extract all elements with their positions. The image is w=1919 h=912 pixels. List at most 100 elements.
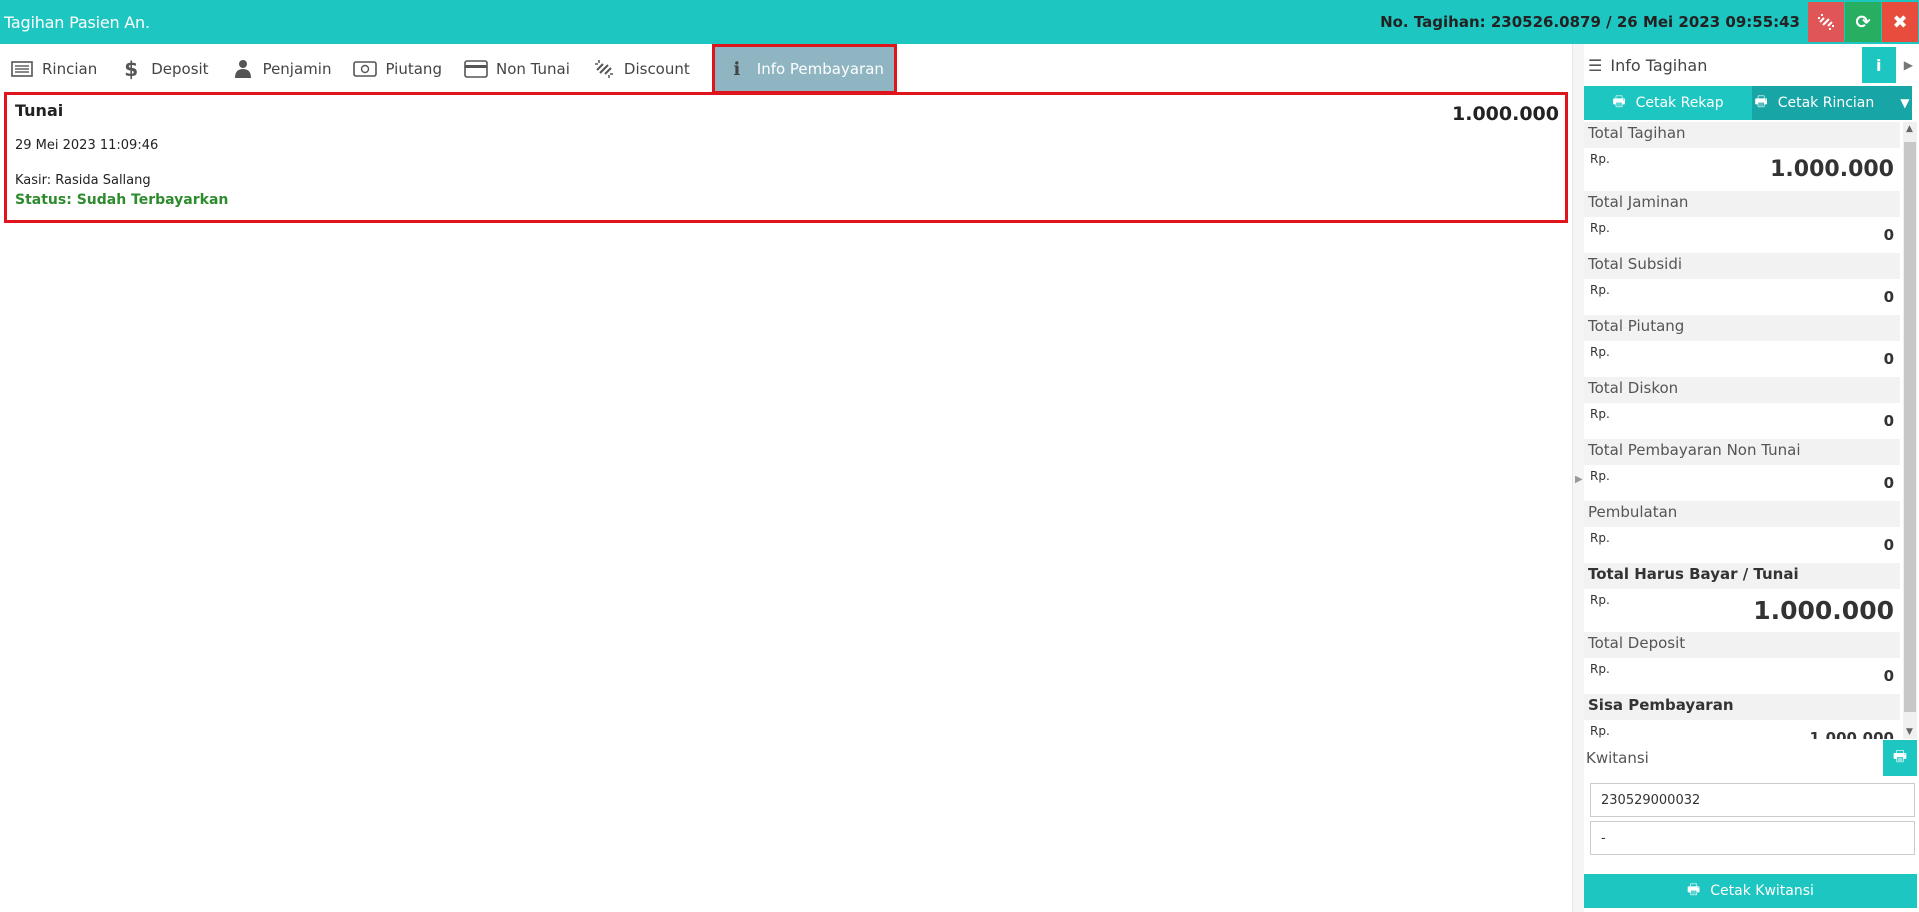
total-item: Total Pembayaran Non Tunai Rp. 0 <box>1584 439 1900 501</box>
scrollbar-thumb[interactable] <box>1904 142 1916 712</box>
tab-deposit[interactable]: $ Deposit <box>119 47 220 91</box>
chevron-down-icon[interactable]: ▼ <box>1900 96 1909 110</box>
total-value-row: Rp. 0 <box>1584 658 1900 694</box>
tab-rincian[interactable]: Rincian <box>10 47 109 91</box>
total-value-row: Rp. 0 <box>1584 217 1900 253</box>
total-value: 1.000.000 <box>1809 729 1894 739</box>
currency-label: Rp. <box>1590 221 1610 235</box>
cetak-rekap-button[interactable]: 🖶 Cetak Rekap <box>1584 86 1752 120</box>
cetak-kwitansi-label: Cetak Kwitansi <box>1710 883 1814 899</box>
cetak-kwitansi-button[interactable]: 🖶 Cetak Kwitansi <box>1584 874 1917 908</box>
total-item: Pembulatan Rp. 0 <box>1584 501 1900 563</box>
window-title: Tagihan Pasien An. <box>4 12 150 32</box>
tab-label: Deposit <box>151 60 209 78</box>
currency-label: Rp. <box>1590 469 1610 483</box>
panel-title: Info Tagihan <box>1610 55 1708 75</box>
currency-label: Rp. <box>1590 724 1610 738</box>
currency-label: Rp. <box>1590 531 1610 545</box>
panel-splitter[interactable]: ▶ <box>1572 44 1584 912</box>
unlink-icon <box>1818 14 1834 30</box>
discount-icon <box>592 58 616 80</box>
currency-label: Rp. <box>1590 152 1610 166</box>
payment-amount: 1.000.000 <box>1452 103 1559 125</box>
payment-card: Tunai 1.000.000 29 Mei 2023 11:09:46 Kas… <box>4 92 1568 223</box>
tab-discount[interactable]: Discount <box>592 47 702 91</box>
total-label: Total Piutang <box>1584 315 1900 341</box>
total-value-row: Rp. 0 <box>1584 527 1900 563</box>
total-label: Sisa Pembayaran <box>1584 694 1900 720</box>
info-button[interactable]: i <box>1861 47 1896 83</box>
tab-piutang[interactable]: Piutang <box>353 47 454 91</box>
info-icon: i <box>1876 55 1882 75</box>
currency-label: Rp. <box>1590 283 1610 297</box>
cetak-rincian-label: Cetak Rincian <box>1777 95 1875 111</box>
bill-info: No. Tagihan: 230526.0879 / 26 Mei 2023 0… <box>1380 13 1800 31</box>
total-value: 0 <box>1883 412 1894 430</box>
total-value: 0 <box>1883 350 1894 368</box>
collapse-right-icon[interactable]: ▶ <box>1904 58 1913 72</box>
payment-status: Status: Sudah Terbayarkan <box>15 192 229 208</box>
totals-list[interactable]: Total Tagihan Rp. 1.000.000 Total Jamina… <box>1584 122 1919 739</box>
total-value: 0 <box>1883 288 1894 306</box>
total-label: Total Subsidi <box>1584 253 1900 279</box>
kwitansi-label: Kwitansi <box>1586 749 1649 767</box>
dollar-icon: $ <box>124 57 139 81</box>
total-label: Total Harus Bayar / Tunai <box>1584 563 1900 589</box>
close-button[interactable]: ✖ <box>1882 2 1918 42</box>
tab-label: Piutang <box>385 60 442 78</box>
unlink-button[interactable] <box>1808 2 1844 42</box>
tab-bar: Rincian $ Deposit Penjamin Piutang Non T… <box>0 44 1570 94</box>
money-icon <box>353 58 378 80</box>
total-value: 1.000.000 <box>1753 596 1894 625</box>
total-item: Total Jaminan Rp. 0 <box>1584 191 1900 253</box>
total-item: Total Deposit Rp. 0 <box>1584 632 1900 694</box>
total-value-row: Rp. 0 <box>1584 279 1900 315</box>
tab-info-pembayaran[interactable]: ℹ Info Pembayaran <box>711 44 897 94</box>
print-row: 🖶 Cetak Rekap 🖶 Cetak Rincian ▼ <box>1584 86 1919 120</box>
total-value-row: Rp. 0 <box>1584 341 1900 377</box>
cetak-rekap-label: Cetak Rekap <box>1635 95 1724 111</box>
total-label: Total Pembayaran Non Tunai <box>1584 439 1900 465</box>
total-value: 0 <box>1883 226 1894 244</box>
tab-label: Discount <box>623 60 690 78</box>
tab-non-tunai[interactable]: Non Tunai <box>464 47 582 91</box>
kwitansi-number-input[interactable] <box>1590 783 1915 817</box>
scroll-down-icon[interactable]: ▼ <box>1906 727 1913 737</box>
title-bar: Tagihan Pasien An. No. Tagihan: 230526.0… <box>0 0 1919 44</box>
total-value-row: Rp. 1.000.000 <box>1584 589 1900 632</box>
total-value: 0 <box>1883 536 1894 554</box>
total-label: Total Tagihan <box>1584 122 1900 148</box>
total-item: Total Piutang Rp. 0 <box>1584 315 1900 377</box>
list-icon: ☰ <box>1588 55 1603 75</box>
refresh-button[interactable]: ⟳ <box>1845 2 1881 42</box>
total-item: Total Tagihan Rp. 1.000.000 <box>1584 122 1900 191</box>
currency-label: Rp. <box>1590 662 1610 676</box>
currency-label: Rp. <box>1590 593 1610 607</box>
total-value-row: Rp. 0 <box>1584 465 1900 501</box>
scroll-up-icon[interactable]: ▲ <box>1906 124 1913 134</box>
total-label: Total Deposit <box>1584 632 1900 658</box>
payment-method: Tunai <box>15 101 64 120</box>
splitter-grip-icon: ▶ <box>1575 474 1583 485</box>
kwitansi-print-button[interactable]: 🖶 <box>1883 740 1917 776</box>
tab-label: Rincian <box>42 60 98 78</box>
printer-icon: 🖶 <box>1687 882 1701 898</box>
close-icon: ✖ <box>1892 11 1908 33</box>
total-item: Total Subsidi Rp. 0 <box>1584 253 1900 315</box>
total-value: 1.000.000 <box>1770 157 1894 182</box>
tab-label: Info Pembayaran <box>756 60 884 78</box>
total-value: 0 <box>1883 667 1894 685</box>
total-value-row: Rp. 1.000.000 <box>1584 148 1900 191</box>
totals-scrollbar[interactable]: ▲ ▼ <box>1903 122 1917 739</box>
card-icon <box>464 58 488 80</box>
currency-label: Rp. <box>1590 345 1610 359</box>
kwitansi-note-input[interactable] <box>1590 821 1915 855</box>
payment-cashier: Kasir: Rasida Sallang <box>15 173 151 188</box>
cetak-rincian-button[interactable]: 🖶 Cetak Rincian ▼ <box>1752 86 1912 120</box>
total-item: Total Harus Bayar / Tunai Rp. 1.000.000 <box>1584 563 1900 632</box>
tab-penjamin[interactable]: Penjamin <box>231 47 344 91</box>
refresh-icon: ⟳ <box>1855 11 1871 33</box>
payment-datetime: 29 Mei 2023 11:09:46 <box>15 138 159 153</box>
printer-icon: 🖶 <box>1754 94 1768 110</box>
guarantor-icon <box>231 58 255 80</box>
